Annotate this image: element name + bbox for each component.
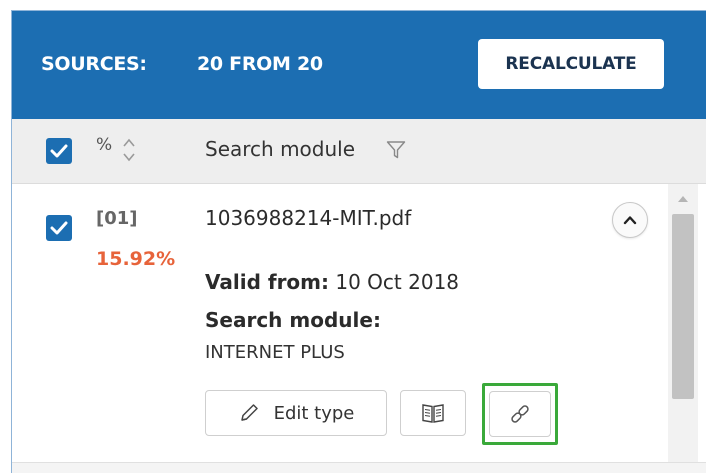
edit-type-label: Edit type bbox=[273, 402, 355, 424]
source-filename: 1036988214-MIT.pdf bbox=[205, 206, 412, 230]
chevron-up-icon bbox=[623, 216, 637, 225]
source-checkbox[interactable] bbox=[46, 215, 72, 241]
percent-column-label: % bbox=[96, 135, 113, 155]
sources-count: 20 FROM 20 bbox=[197, 53, 323, 75]
collapse-button[interactable] bbox=[612, 202, 648, 238]
next-list-item-edge bbox=[12, 462, 706, 473]
link-icon bbox=[511, 405, 529, 423]
checkmark-icon bbox=[50, 144, 68, 158]
checkmark-icon bbox=[50, 221, 68, 235]
search-module-label: Search module: bbox=[205, 308, 381, 332]
sources-label: SOURCES: bbox=[41, 53, 147, 75]
view-source-button[interactable] bbox=[400, 390, 466, 436]
filter-icon[interactable] bbox=[386, 140, 406, 160]
sort-icon[interactable] bbox=[122, 137, 136, 163]
source-percent: 15.92% bbox=[96, 248, 176, 270]
recalculate-button[interactable]: RECALCULATE bbox=[478, 39, 664, 89]
edit-type-button[interactable]: Edit type bbox=[205, 390, 387, 436]
valid-from-value: 10 Oct 2018 bbox=[335, 270, 460, 294]
source-index: [01] bbox=[96, 208, 138, 229]
pencil-icon bbox=[240, 404, 258, 421]
sources-panel: SOURCES: 20 FROM 20 RECALCULATE % Search… bbox=[11, 10, 706, 473]
open-link-button[interactable] bbox=[489, 391, 551, 437]
search-module-value: INTERNET PLUS bbox=[205, 342, 345, 363]
valid-from-label: Valid from: bbox=[205, 270, 330, 294]
select-all-checkbox[interactable] bbox=[46, 138, 72, 164]
column-header-row: % Search module bbox=[12, 119, 706, 184]
scrollbar-thumb[interactable] bbox=[672, 214, 694, 399]
source-list-item: [01] 15.92% 1036988214-MIT.pdf Valid fro… bbox=[12, 184, 706, 462]
search-module-column-label: Search module bbox=[205, 137, 356, 161]
scroll-up-arrow-icon[interactable] bbox=[676, 194, 690, 204]
open-link-button-highlighted[interactable] bbox=[482, 383, 558, 445]
valid-from: Valid from: 10 Oct 2018 bbox=[205, 270, 459, 294]
sources-header: SOURCES: 20 FROM 20 RECALCULATE bbox=[12, 11, 706, 119]
book-icon bbox=[422, 404, 444, 423]
